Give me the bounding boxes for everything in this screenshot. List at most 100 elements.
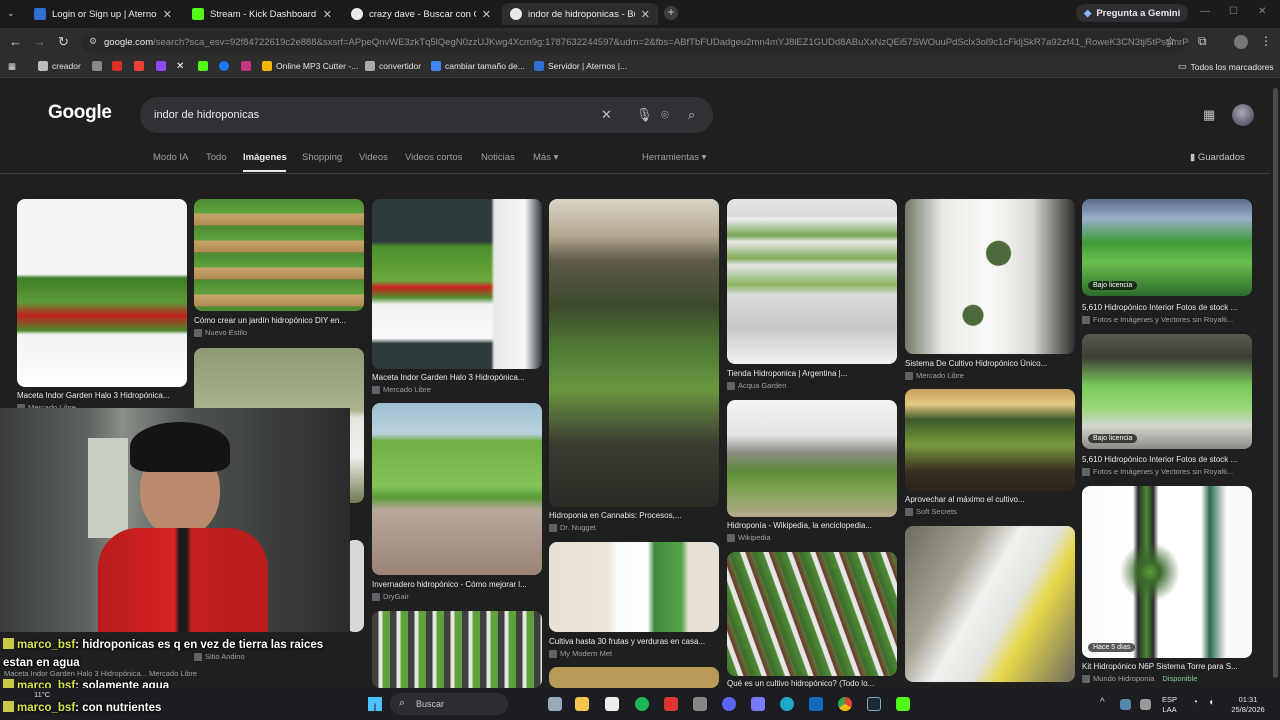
wifi-icon[interactable]: ◔ xyxy=(1192,697,1198,708)
result-thumbnail[interactable] xyxy=(905,526,1075,682)
discord-icon[interactable] xyxy=(722,697,736,711)
result-thumbnail[interactable] xyxy=(372,611,542,688)
instagram-icon[interactable] xyxy=(241,61,251,71)
tab-search-icon[interactable]: ⌄ xyxy=(7,8,15,19)
browser-tab-active[interactable]: indor de hidroponicas - Buscar ✕ xyxy=(502,3,658,25)
image-result[interactable]: Cómo crear un jardín hidropónico DIY en.… xyxy=(194,199,364,341)
chrome-icon[interactable] xyxy=(838,697,852,711)
steam-icon[interactable] xyxy=(867,697,881,711)
file-explorer-icon[interactable] xyxy=(575,697,589,711)
tools-button[interactable]: Herramientas ▾ xyxy=(642,152,706,163)
result-caption[interactable]: 5,610 Hidropónico Interior Fotos de stoc… xyxy=(1082,455,1252,464)
result-caption[interactable]: Maceta Indor Garden Halo 3 Hidropónica..… xyxy=(372,373,542,382)
forward-icon[interactable]: → xyxy=(33,34,46,49)
profile-avatar[interactable] xyxy=(1234,35,1248,49)
tab-shopping[interactable]: Shopping xyxy=(302,152,342,163)
saved-button[interactable]: ▮ Guardados xyxy=(1190,152,1245,163)
close-icon[interactable]: ✕ xyxy=(641,8,650,21)
image-result[interactable]: Qué es un cultivo hidropónico? (Todo lo.… xyxy=(727,552,897,688)
x-icon[interactable]: ✕ xyxy=(176,61,184,72)
image-result[interactable]: Cultiva hasta 30 frutas y verduras en ca… xyxy=(549,542,719,660)
result-thumbnail[interactable] xyxy=(905,199,1075,354)
image-result[interactable] xyxy=(372,611,542,688)
microphone-icon[interactable]: 🎙 xyxy=(636,107,653,123)
gmail-icon[interactable] xyxy=(92,61,102,71)
result-thumbnail[interactable] xyxy=(549,199,719,507)
weather-temp[interactable]: 11°C xyxy=(34,690,50,699)
scrollbar-thumb[interactable] xyxy=(1273,88,1278,678)
capcut-icon[interactable] xyxy=(605,697,619,711)
kick-icon[interactable] xyxy=(198,61,208,71)
bookmark-item[interactable]: Servidor | Aternos |... xyxy=(534,61,627,71)
bookmark-item[interactable]: convertidor xyxy=(365,61,421,71)
google-apps-icon[interactable]: ▦ xyxy=(1203,107,1215,123)
result-thumbnail[interactable] xyxy=(372,403,542,575)
result-thumbnail[interactable] xyxy=(549,542,719,632)
app-icon[interactable] xyxy=(693,697,707,711)
outlook-icon[interactable] xyxy=(809,697,823,711)
tray-app-icon[interactable] xyxy=(1140,699,1151,710)
bookmark-star-icon[interactable]: ☆ xyxy=(1165,34,1176,48)
site-info-icon[interactable]: ⚙ xyxy=(89,36,97,47)
browser-tab[interactable]: Stream - Kick Dashboard ✕ xyxy=(184,3,340,25)
browser-tab[interactable]: crazy dave - Buscar con Google ✕ xyxy=(343,3,499,25)
result-thumbnail[interactable] xyxy=(372,199,542,369)
tab-imagenes[interactable]: Imágenes xyxy=(243,152,287,163)
spotify-icon[interactable] xyxy=(635,697,649,711)
result-thumbnail[interactable] xyxy=(17,199,187,387)
tab-videos-cortos[interactable]: Videos cortos xyxy=(405,152,462,163)
apps-grid-icon[interactable]: ▦ xyxy=(8,61,16,72)
tab-videos[interactable]: Videos xyxy=(359,152,388,163)
tab-modo-ia[interactable]: Modo IA xyxy=(153,152,188,163)
close-icon[interactable]: ✕ xyxy=(323,8,332,21)
facebook-icon[interactable] xyxy=(219,61,229,71)
extensions-icon[interactable]: ⧉ xyxy=(1198,34,1207,49)
edge-icon[interactable] xyxy=(780,697,794,711)
close-icon[interactable]: ✕ xyxy=(163,8,172,21)
result-thumbnail[interactable] xyxy=(905,389,1075,491)
kick-app-icon[interactable] xyxy=(896,697,910,711)
search-input[interactable]: indor de hidroponicas ✕ 🎙 ⌾ ⌕ xyxy=(140,97,713,133)
tray-app-icon[interactable] xyxy=(1120,699,1131,710)
bookmark-item[interactable]: Online MP3 Cutter -... xyxy=(262,61,358,71)
youtube-icon[interactable] xyxy=(112,61,122,71)
image-result[interactable]: Aprovechar al máximo el cultivo... Soft … xyxy=(905,389,1075,519)
tab-todo[interactable]: Todo xyxy=(206,152,227,163)
twitch-icon[interactable] xyxy=(156,61,166,71)
close-icon[interactable]: ✕ xyxy=(482,8,491,21)
image-result[interactable]: Hace 5 días Kit Hidropónico N6P Sistema … xyxy=(1082,486,1252,688)
result-caption[interactable]: Invernadero hidropónico - Cómo mejorar l… xyxy=(372,580,542,589)
avatar[interactable] xyxy=(1232,104,1254,126)
maximize-icon[interactable]: ☐ xyxy=(1229,6,1238,17)
youtube-icon[interactable] xyxy=(134,61,144,71)
result-thumbnail[interactable] xyxy=(549,667,719,688)
tab-mas[interactable]: Más ▾ xyxy=(533,152,558,163)
result-caption[interactable]: Sistema De Cultivo Hidropónico Único... xyxy=(905,359,1075,368)
app-icon[interactable] xyxy=(751,697,765,711)
menu-icon[interactable]: ⋮ xyxy=(1260,34,1272,48)
bookmark-item[interactable]: creador xyxy=(38,61,81,71)
result-caption[interactable]: 5,610 Hidropónico Interior Fotos de stoc… xyxy=(1082,303,1252,312)
image-result[interactable]: Tienda Hidroponica | Argentina |... Acqu… xyxy=(727,199,897,392)
scrollbar[interactable] xyxy=(1271,80,1280,688)
lens-icon[interactable]: ⌾ xyxy=(661,107,669,123)
browser-tab[interactable]: Login or Sign up | Aternos | Fre ✕ xyxy=(26,3,180,25)
result-thumbnail[interactable] xyxy=(194,199,364,311)
result-thumbnail[interactable] xyxy=(727,199,897,364)
image-result[interactable]: Maceta Indor Garden Halo 3 Hidropónica..… xyxy=(17,199,187,414)
bookmark-item[interactable]: cambiar tamaño de... xyxy=(431,61,525,71)
image-result[interactable] xyxy=(905,526,1075,688)
image-result[interactable]: Hidroponía - Wikipedia, la enciclopedia.… xyxy=(727,400,897,545)
result-thumbnail[interactable]: Bajo licencia xyxy=(1082,199,1252,296)
result-caption[interactable]: Aprovechar al máximo el cultivo... xyxy=(905,495,1075,504)
minimize-icon[interactable]: — xyxy=(1200,6,1210,17)
image-result[interactable]: Sistema De Cultivo Hidropónico Único... … xyxy=(905,199,1075,381)
result-thumbnail[interactable]: Bajo licencia xyxy=(1082,334,1252,449)
result-thumbnail[interactable] xyxy=(727,552,897,676)
result-thumbnail[interactable] xyxy=(727,400,897,517)
address-bar[interactable]: ⚙ google.com/search?sca_esv=92f84722619c… xyxy=(82,31,1188,53)
image-result[interactable] xyxy=(549,667,719,688)
taskbar-search[interactable]: ⌕ Buscar xyxy=(390,693,508,715)
windows-start-icon[interactable] xyxy=(368,697,382,711)
task-view-icon[interactable] xyxy=(548,697,562,711)
